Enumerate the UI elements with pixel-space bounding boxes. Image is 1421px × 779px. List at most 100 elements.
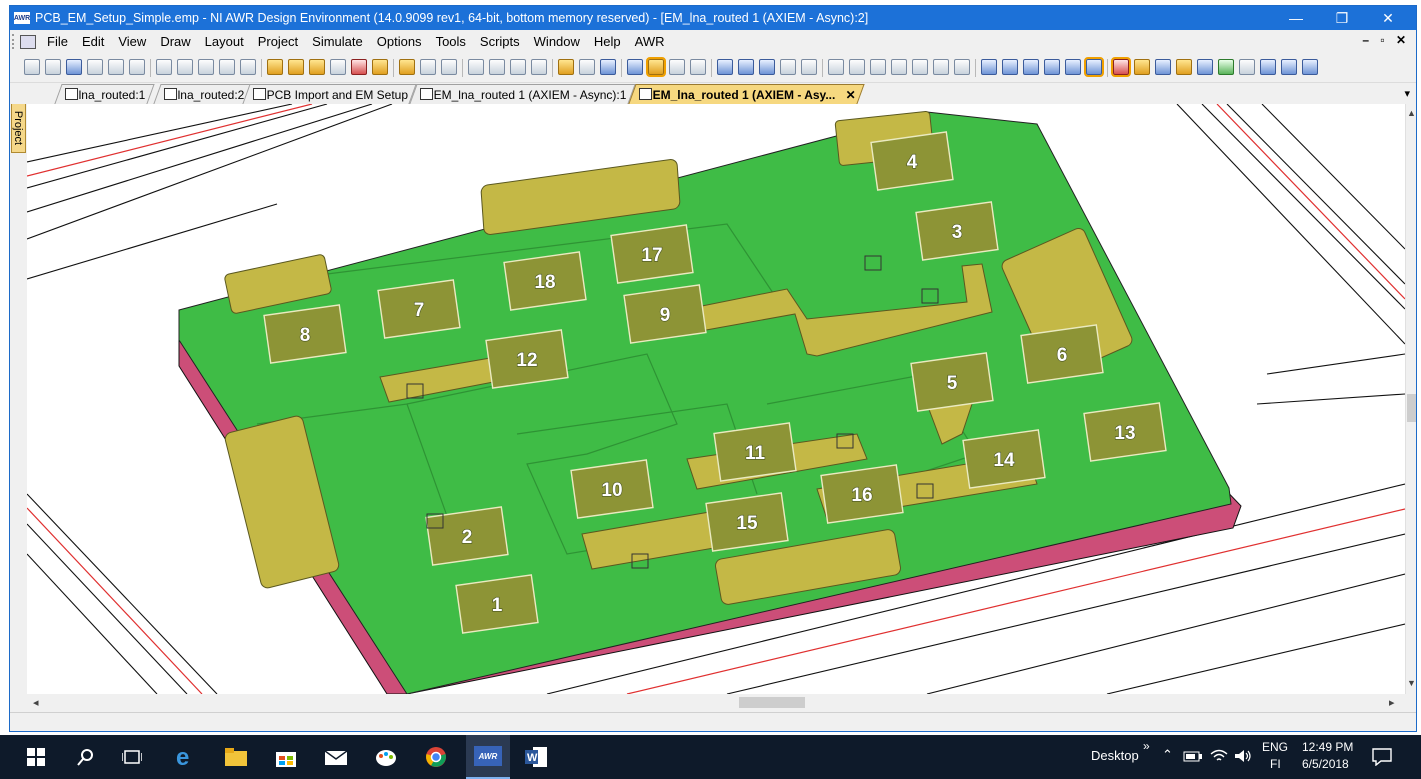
toolbar-button-icon[interactable] [1134,59,1150,75]
toolbar-button-icon[interactable] [1197,59,1213,75]
file-explorer-icon[interactable] [222,743,250,771]
chrome-icon[interactable] [422,743,450,771]
toolbar-button-icon[interactable] [288,59,304,75]
toolbar-button-icon[interactable] [1260,59,1276,75]
toolbar-button-icon[interactable] [1023,59,1039,75]
toolbar-button-icon[interactable] [600,59,616,75]
toolbar-button-icon[interactable] [1065,59,1081,75]
toolbar-button-icon[interactable] [891,59,907,75]
menu-simulate[interactable]: Simulate [305,34,370,49]
toolbar-button-icon[interactable] [849,59,865,75]
scroll-down-icon[interactable]: ▼ [1407,678,1416,688]
toolbar-button-icon[interactable] [399,59,415,75]
store-icon[interactable] [272,743,300,771]
battery-icon[interactable] [1182,744,1204,768]
toolbar-button-icon[interactable] [1218,59,1234,75]
toolbar-button-icon[interactable] [198,59,214,75]
notifications-icon[interactable] [1368,743,1396,771]
toolbar-button-icon[interactable] [1239,59,1255,75]
show-hidden-icons-icon[interactable]: ⌃ [1162,747,1173,763]
toolbar-button-icon[interactable] [66,59,82,75]
desktop-toolbar-label[interactable]: Desktop [1091,748,1139,763]
menu-layout[interactable]: Layout [198,34,251,49]
tab-list-dropdown-icon[interactable]: ▾ [1404,87,1410,100]
toolbar-button-icon[interactable] [129,59,145,75]
menu-tools[interactable]: Tools [429,34,473,49]
toolbar-button-icon[interactable] [1002,59,1018,75]
menu-help[interactable]: Help [587,34,628,49]
word-icon[interactable]: W [522,743,550,771]
scroll-left-icon[interactable]: ◂ [33,696,39,709]
menu-view[interactable]: View [111,34,153,49]
toolbar-button-icon[interactable] [441,59,457,75]
tab-pcb-import[interactable]: PCB Import and EM Setup [242,84,418,104]
document-icon[interactable] [20,34,36,49]
menu-scripts[interactable]: Scripts [473,34,527,49]
toolbar-button-icon[interactable] [828,59,844,75]
toolbar-button-icon[interactable] [351,59,367,75]
edge-browser-icon[interactable]: e [172,743,200,771]
toolbar-button-icon[interactable] [780,59,796,75]
toolbar-button-icon[interactable] [912,59,928,75]
scroll-right-icon[interactable]: ▸ [1389,696,1395,709]
toolbar-button-icon[interactable] [330,59,346,75]
toolbar-button-icon[interactable] [87,59,103,75]
restore-button[interactable]: ❐ [1320,6,1364,30]
toolbar-button-icon[interactable] [717,59,733,75]
toolbar-button-icon[interactable] [372,59,388,75]
menu-file[interactable]: File [40,34,75,49]
menu-draw[interactable]: Draw [153,34,197,49]
wifi-icon[interactable] [1208,744,1230,768]
toolbar-button-icon[interactable] [1044,59,1060,75]
minimize-button[interactable]: — [1274,6,1318,30]
toolbar-button-icon[interactable] [1302,59,1318,75]
toolbar-button-icon[interactable] [510,59,526,75]
toolbar-button-icon[interactable] [309,59,325,75]
menu-options[interactable]: Options [370,34,429,49]
menu-awr[interactable]: AWR [628,34,672,49]
close-button[interactable]: ✕ [1366,6,1410,30]
mdi-window-controls[interactable]: – ▫ ✕ [1362,33,1410,47]
toolbar-button-icon[interactable] [108,59,124,75]
toolbar-button-icon[interactable] [954,59,970,75]
menu-edit[interactable]: Edit [75,34,111,49]
toolbar-button-icon[interactable] [759,59,775,75]
toolbar-button-icon[interactable] [1084,57,1104,77]
toolbar-button-icon[interactable] [801,59,817,75]
input-language[interactable]: ENG [1262,740,1288,754]
toolbar-button-icon[interactable] [240,59,256,75]
mail-icon[interactable] [322,743,350,771]
toolbar-button-icon[interactable] [627,59,643,75]
vertical-scroll-thumb[interactable] [1407,394,1416,422]
awr-taskbar-button[interactable]: AWR [466,735,510,779]
toolbar-button-icon[interactable] [738,59,754,75]
search-icon[interactable] [72,743,100,771]
vertical-scrollbar[interactable]: ▲ ▼ [1405,104,1416,694]
menu-window[interactable]: Window [527,34,587,49]
scroll-up-icon[interactable]: ▲ [1407,108,1416,118]
windows-start-icon[interactable] [22,743,50,771]
toolbar-button-icon[interactable] [177,59,193,75]
toolbar-button-icon[interactable] [489,59,505,75]
toolbar-button-icon[interactable] [669,59,685,75]
toolbar-button-icon[interactable] [531,59,547,75]
toolbar-button-icon[interactable] [981,59,997,75]
layout-3d-view[interactable]: 1 2 3 4 5 6 7 8 9 10 11 12 13 14 15 16 17 18 [27,104,1405,694]
toolbar-button-icon[interactable] [690,59,706,75]
menu-project[interactable]: Project [251,34,305,49]
toolbar-button-icon[interactable] [558,59,574,75]
toolbar-button-icon[interactable] [420,59,436,75]
tab-lna-routed-1[interactable]: lna_routed:1 [54,84,155,104]
tab-em-lna-routed-2[interactable]: EM_lna_routed 1 (AXIEM - Asy... ✕ [628,84,865,104]
horizontal-scrollbar[interactable]: ◂ ▸ [27,694,1405,712]
toolbar-button-icon[interactable] [267,59,283,75]
horizontal-scroll-thumb[interactable] [739,697,805,708]
toolbar-button-icon[interactable] [156,59,172,75]
toolbar-button-icon[interactable] [468,59,484,75]
tab-close-icon[interactable]: ✕ [846,88,856,102]
paint-icon[interactable] [372,743,400,771]
menu-grip[interactable] [12,34,16,49]
toolbar-button-icon[interactable] [933,59,949,75]
clock-date[interactable]: 6/5/2018 [1302,757,1349,771]
toolbar-button-icon[interactable] [1155,59,1171,75]
